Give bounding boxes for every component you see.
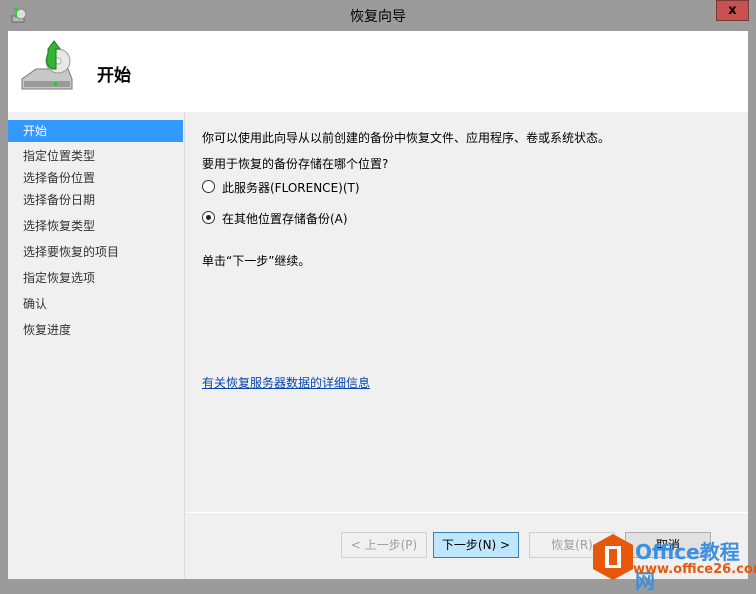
radio-other-location[interactable]	[202, 211, 215, 224]
continue-hint: 单击“下一步”继续。	[202, 254, 311, 268]
step-recovery-type[interactable]: 选择恢复类型	[8, 215, 183, 237]
radio-this-server[interactable]	[202, 180, 215, 193]
wizard-client: 开始 开始 指定位置类型 选择备份位置 选择备份日期 选择恢复类型 选择要恢复的…	[8, 31, 748, 579]
more-info-link[interactable]: 有关恢复服务器数据的详细信息	[202, 374, 370, 391]
wizard-header: 开始	[8, 31, 748, 112]
step-items[interactable]: 选择要恢复的项目	[8, 241, 183, 263]
watermark: Office教程网 www.office26.com	[593, 532, 756, 593]
watermark-url: www.office26.com	[633, 562, 756, 577]
radio-this-server-label[interactable]: 此服务器(FLORENCE)(T)	[222, 179, 360, 196]
step-backup-date[interactable]: 选择备份日期	[8, 189, 183, 211]
step-start[interactable]: 开始	[8, 120, 183, 142]
page-title: 开始	[97, 66, 131, 86]
radio-other-location-label[interactable]: 在其他位置存储备份(A)	[222, 210, 348, 227]
step-backup-location[interactable]: 选择备份位置	[8, 167, 183, 189]
intro-text: 你可以使用此向导从以前创建的备份中恢复文件、应用程序、卷或系统状态。	[202, 131, 611, 145]
back-button[interactable]: < 上一步(P)	[341, 532, 427, 558]
vertical-divider	[184, 112, 185, 579]
step-location-type[interactable]: 指定位置类型	[8, 145, 183, 167]
step-confirm[interactable]: 确认	[8, 293, 183, 315]
window-title: 恢复向导	[350, 9, 406, 25]
next-button[interactable]: 下一步(N) >	[433, 532, 519, 558]
restore-drive-icon	[21, 40, 73, 90]
question-text: 要用于恢复的备份存储在哪个位置?	[202, 157, 389, 171]
close-button[interactable]: x	[716, 0, 749, 21]
step-options[interactable]: 指定恢复选项	[8, 267, 183, 289]
horizontal-divider	[186, 512, 748, 513]
title-bar: 恢复向导 x	[0, 0, 756, 31]
wizard-steps: 开始 指定位置类型 选择备份位置 选择备份日期 选择恢复类型 选择要恢复的项目 …	[8, 120, 183, 341]
step-progress[interactable]: 恢复进度	[8, 319, 183, 341]
office-logo-icon	[593, 534, 633, 580]
